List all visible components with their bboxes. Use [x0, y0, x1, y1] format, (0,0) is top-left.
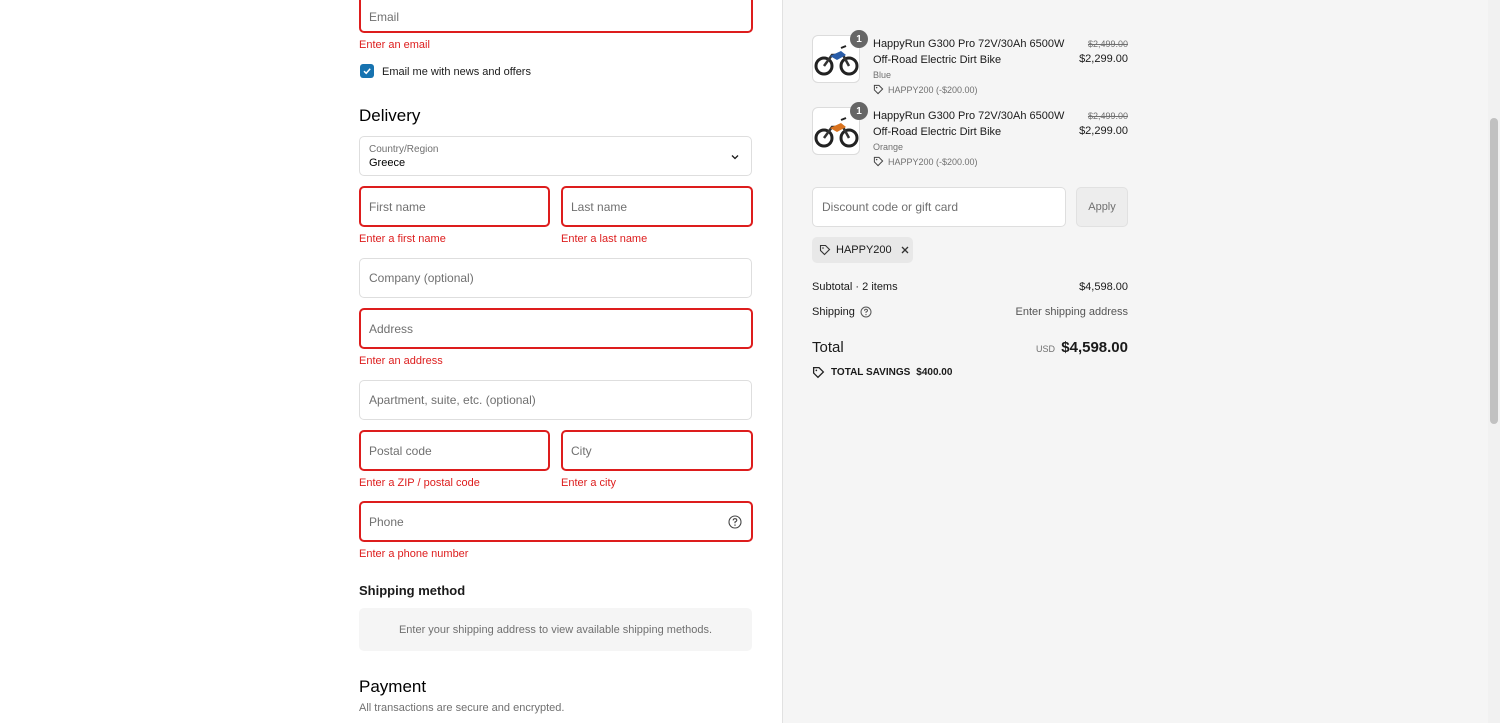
- country-select[interactable]: Country/Region Greece: [359, 136, 752, 176]
- postal-code-placeholder: Postal code: [369, 443, 432, 458]
- check-icon: [363, 68, 371, 75]
- newsletter-label: Email me with news and offers: [382, 66, 531, 78]
- shipping-method-message: Enter your shipping address to view avai…: [398, 623, 713, 636]
- apartment-input[interactable]: Apartment, suite, etc. (optional): [359, 380, 752, 420]
- product-price: $2,299.00: [1079, 53, 1128, 65]
- country-label: Country/Region: [369, 144, 439, 155]
- quantity-badge: 1: [850, 102, 868, 120]
- tag-icon: [873, 84, 884, 95]
- quantity-badge: 1: [850, 30, 868, 48]
- chevron-down-icon: [731, 155, 739, 160]
- postal-code-input[interactable]: Postal code: [359, 430, 550, 471]
- product-original-price: $2,499.00: [1087, 39, 1128, 49]
- first-name-placeholder: First name: [369, 199, 426, 214]
- address-error: Enter an address: [359, 355, 443, 367]
- tag-icon: [819, 244, 831, 256]
- product-price: $2,299.00: [1079, 125, 1128, 137]
- scrollbar-thumb[interactable]: [1490, 118, 1498, 424]
- close-icon[interactable]: [900, 245, 910, 255]
- city-placeholder: City: [571, 443, 592, 458]
- shipping-method-heading: Shipping method: [359, 583, 466, 598]
- last-name-placeholder: Last name: [571, 199, 628, 214]
- total-currency: USD: [1036, 344, 1056, 354]
- apartment-placeholder: Apartment, suite, etc. (optional): [369, 393, 536, 407]
- apply-button[interactable]: Apply: [1076, 187, 1128, 227]
- company-placeholder: Company (optional): [369, 271, 474, 285]
- shipping-value: Enter shipping address: [1015, 306, 1128, 318]
- email-error: Enter an email: [359, 39, 430, 51]
- product-discount: HAPPY200 (-$200.00): [873, 84, 978, 95]
- last-name-input[interactable]: Last name: [561, 186, 753, 227]
- email-placeholder: Email: [369, 9, 400, 24]
- city-input[interactable]: City: [561, 430, 753, 471]
- product-discount-text: HAPPY200 (-$200.00): [888, 156, 978, 167]
- product-title-line2: Off-Road Electric Dirt Bike: [873, 54, 1002, 66]
- delivery-heading: Delivery: [359, 106, 421, 125]
- shipping-row-label: Shipping: [812, 306, 872, 318]
- product-title: HappyRun G300 Pro 72V/30Ah 6500W Off-Roa…: [873, 36, 1073, 68]
- product-title-line1: HappyRun G300 Pro 72V/30Ah 6500W: [873, 38, 1065, 50]
- company-input[interactable]: Company (optional): [359, 258, 752, 298]
- total-label: Total: [812, 339, 844, 356]
- discount-code-input[interactable]: Discount code or gift card: [812, 187, 1066, 227]
- help-circle-icon[interactable]: [860, 306, 872, 318]
- shipping-method-notice: Enter your shipping address to view avai…: [359, 608, 752, 651]
- shipping-label: Shipping: [812, 306, 855, 318]
- city-error: Enter a city: [561, 477, 617, 489]
- applied-discount-chip: HAPPY200: [812, 237, 913, 263]
- total-value: $4,598.00: [1061, 339, 1128, 356]
- subtotal-value: $4,598.00: [1079, 281, 1128, 293]
- tag-icon: [812, 366, 825, 379]
- discount-code-placeholder: Discount code or gift card: [822, 200, 959, 214]
- payment-heading: Payment: [359, 677, 427, 696]
- postal-code-error: Enter a ZIP / postal code: [359, 477, 480, 489]
- checkout-form-panel: Email Enter an email Email me with news …: [0, 0, 782, 723]
- savings-label: TOTAL SAVINGS: [831, 367, 911, 378]
- product-variant: Blue: [873, 70, 892, 80]
- product-variant: Orange: [873, 142, 904, 152]
- phone-error: Enter a phone number: [359, 548, 469, 560]
- first-name-input[interactable]: First name: [359, 186, 550, 227]
- payment-subtitle: All transactions are secure and encrypte…: [359, 702, 565, 714]
- first-name-error: Enter a first name: [359, 233, 446, 245]
- total-savings: TOTAL SAVINGS $400.00: [812, 366, 952, 379]
- newsletter-checkbox[interactable]: [360, 64, 374, 78]
- product-original-price: $2,499.00: [1087, 111, 1128, 121]
- product-title: HappyRun G300 Pro 72V/30Ah 6500W Off-Roa…: [873, 108, 1073, 140]
- applied-discount-code: HAPPY200: [836, 244, 892, 256]
- phone-placeholder: Phone: [369, 514, 404, 529]
- address-placeholder: Address: [369, 321, 414, 336]
- country-value: Greece: [369, 157, 406, 169]
- help-circle-icon[interactable]: [728, 515, 742, 529]
- last-name-error: Enter a last name: [561, 233, 648, 245]
- product-discount: HAPPY200 (-$200.00): [873, 156, 978, 167]
- product-title-line2: Off-Road Electric Dirt Bike: [873, 126, 1002, 138]
- product-discount-text: HAPPY200 (-$200.00): [888, 84, 978, 95]
- subtotal-label: Subtotal · 2 items: [812, 281, 898, 293]
- email-input[interactable]: Email: [359, 0, 753, 33]
- phone-input[interactable]: Phone: [359, 501, 753, 542]
- product-title-line1: HappyRun G300 Pro 72V/30Ah 6500W: [873, 110, 1065, 122]
- tag-icon: [873, 156, 884, 167]
- address-input[interactable]: Address: [359, 308, 753, 349]
- savings-value: $400.00: [916, 367, 953, 378]
